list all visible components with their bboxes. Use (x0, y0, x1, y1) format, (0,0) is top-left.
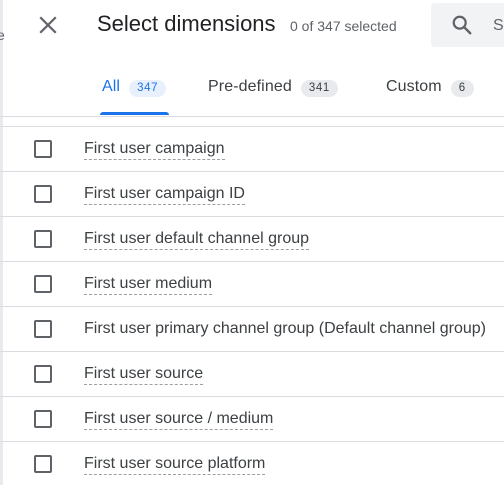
search-icon (452, 15, 472, 35)
list-item[interactable]: First user default channel group (0, 216, 504, 261)
tab-count-badge: 341 (300, 80, 338, 97)
list-item[interactable]: First user source (0, 351, 504, 396)
select-dimensions-panel: e Select dimensions 0 of 347 selected S … (0, 0, 504, 485)
tab-count-badge: 6 (450, 80, 474, 97)
dimension-list: First user campaign First user campaign … (0, 126, 504, 485)
panel-title: Select dimensions (97, 11, 276, 36)
dimension-label[interactable]: First user medium (84, 275, 213, 295)
dimension-checkbox[interactable] (34, 320, 52, 338)
list-item[interactable]: First user source platform (0, 441, 504, 485)
tab-label: Custom (386, 78, 442, 95)
tabs-divider (0, 116, 504, 117)
tab-bar: All 347 Pre-defined 341 Custom 6 (0, 65, 504, 117)
list-item[interactable]: First user primary channel group (Defaul… (0, 306, 504, 351)
active-tab-indicator (100, 112, 170, 115)
dimension-label[interactable]: First user campaign ID (84, 185, 245, 205)
tab-label: All (102, 78, 121, 95)
tab-pre-defined[interactable]: Pre-defined 341 (208, 65, 338, 115)
dimension-label[interactable]: First user source / medium (84, 410, 274, 430)
background-page-text: e (0, 27, 5, 43)
tab-custom[interactable]: Custom 6 (386, 65, 474, 115)
dimension-label[interactable]: First user source (84, 365, 204, 385)
search-field[interactable]: S (431, 3, 504, 47)
close-button[interactable] (32, 9, 64, 41)
dimension-checkbox[interactable] (34, 455, 52, 473)
dimension-checkbox[interactable] (34, 185, 52, 203)
list-item[interactable]: First user campaign ID (0, 171, 504, 216)
dimension-label[interactable]: First user source platform (84, 455, 266, 475)
tab-label: Pre-defined (208, 78, 292, 95)
search-input[interactable]: S (493, 17, 504, 35)
dimension-label[interactable]: First user primary channel group (Defaul… (84, 320, 486, 339)
dimension-checkbox[interactable] (34, 230, 52, 248)
list-item[interactable]: First user campaign (0, 126, 504, 171)
tab-all[interactable]: All 347 (100, 65, 170, 115)
dimension-checkbox[interactable] (34, 275, 52, 293)
tab-count-badge: 347 (129, 80, 167, 97)
list-item[interactable]: First user medium (0, 261, 504, 306)
dimension-label[interactable]: First user campaign (84, 140, 225, 160)
selection-count: 0 of 347 selected (290, 18, 397, 34)
close-icon (39, 16, 57, 34)
dimension-checkbox[interactable] (34, 140, 52, 158)
dimension-checkbox[interactable] (34, 410, 52, 428)
dimension-label[interactable]: First user default channel group (84, 230, 310, 250)
dimension-checkbox[interactable] (34, 365, 52, 383)
list-item[interactable]: First user source / medium (0, 396, 504, 441)
